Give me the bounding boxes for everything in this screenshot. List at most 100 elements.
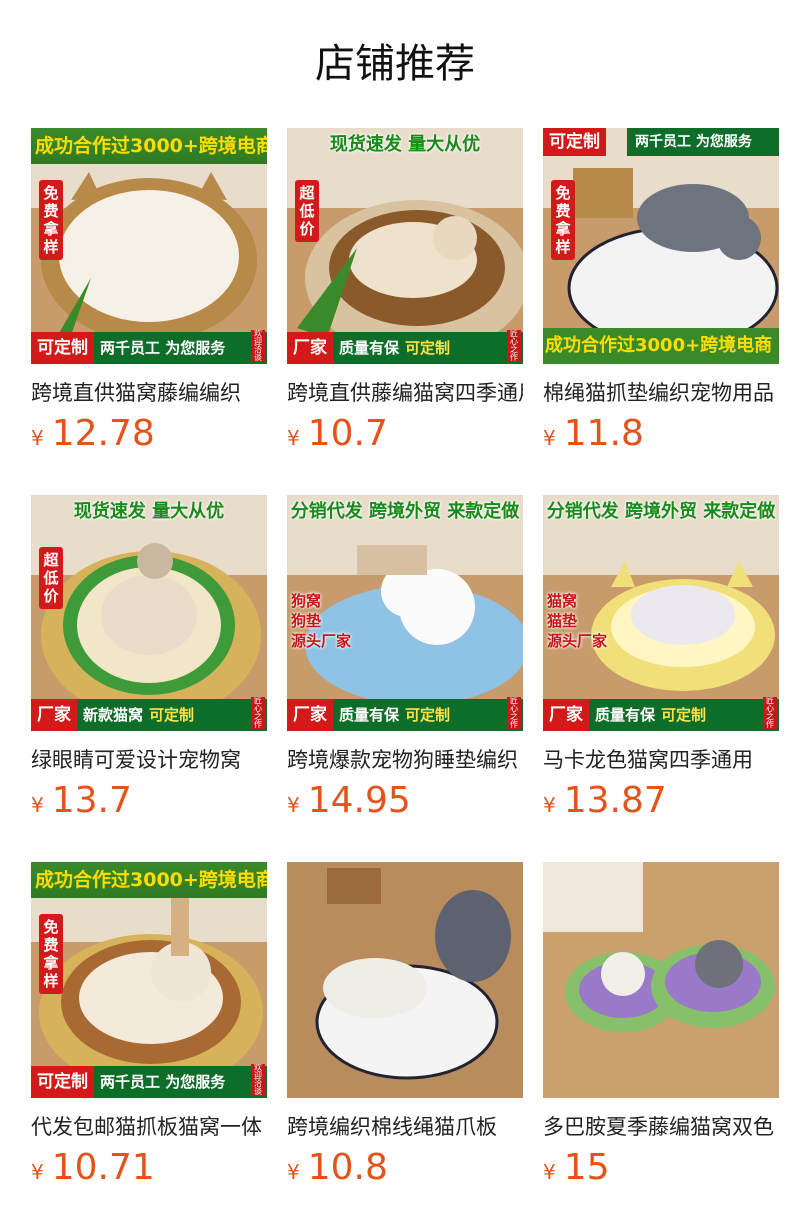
product-card[interactable]: 成功合作过3000+跨境电商 免费拿样 可定制 两千员工 为您服务 欢迎洽谈跨境直供猫窝… bbox=[31, 128, 267, 458]
product-card[interactable]: 分销代发 跨境外贸 来款定做 猫窝猫垫源头厂家厂家 质量有保 可定制 匠心之作马卡龙色猫… bbox=[543, 495, 779, 825]
image-side-label: 猫垫 bbox=[547, 612, 578, 630]
image-corner-seal: 匠心之作 bbox=[507, 330, 521, 362]
image-top-banner: 现货速发 量大从优 bbox=[329, 134, 481, 155]
product-card[interactable]: 多巴胺夏季藤编猫窝双色 ¥15 bbox=[543, 862, 779, 1192]
product-price: ¥14.95 bbox=[287, 779, 523, 825]
price-value: 10.71 bbox=[51, 1147, 155, 1188]
product-name[interactable]: 跨境编织棉线绳猫爪板 bbox=[287, 1112, 523, 1142]
product-name[interactable]: 马卡龙色猫窝四季通用 bbox=[543, 745, 779, 775]
image-bottom-tag: 厂家 bbox=[287, 699, 333, 731]
image-side-labels: 狗窝 狗垫 源头厂家 bbox=[291, 591, 381, 651]
product-price: ¥15 bbox=[543, 1146, 779, 1192]
image-side-labels: 猫窝 猫垫 源头厂家 bbox=[547, 591, 637, 651]
image-bottom-banner: 厂家 质量有保 可定制 bbox=[287, 332, 523, 364]
currency-symbol: ¥ bbox=[31, 426, 44, 450]
product-price: ¥11.8 bbox=[543, 412, 779, 458]
image-vertical-tag: 免费拿样 bbox=[551, 180, 575, 260]
image-bottom-tag: 厂家 bbox=[287, 332, 333, 364]
product-photo-art bbox=[31, 495, 267, 731]
product-card[interactable]: 成功合作过3000+跨境电商免费拿样可定制 两千员工 为您服务 欢迎洽谈代发包邮猫抓… bbox=[31, 862, 267, 1192]
image-side-label: 狗窝 bbox=[291, 592, 322, 610]
product-image[interactable] bbox=[287, 862, 523, 1098]
currency-symbol: ¥ bbox=[287, 793, 300, 817]
image-corner-seal: 欢迎洽谈 bbox=[251, 1064, 265, 1096]
image-side-label: 源头厂家 bbox=[547, 632, 608, 650]
price-value: 14.95 bbox=[307, 780, 411, 821]
product-image[interactable]: 可定制 两千员工 为您服务免费拿样成功合作过3000+跨境电商 bbox=[543, 128, 779, 364]
product-image[interactable]: 分销代发 跨境外贸 来款定做 狗窝狗垫源头厂家厂家 质量有保 可定制 匠心之作 bbox=[287, 495, 523, 731]
product-price: ¥13.7 bbox=[31, 779, 267, 825]
price-value: 12.78 bbox=[51, 413, 155, 454]
price-value: 13.7 bbox=[51, 780, 132, 821]
product-name[interactable]: 跨境爆款宠物狗睡垫编织 bbox=[287, 745, 523, 775]
image-top-strip: 两千员工 为您服务 bbox=[627, 128, 779, 156]
product-price: ¥10.7 bbox=[287, 412, 523, 458]
product-name[interactable]: 多巴胺夏季藤编猫窝双色 bbox=[543, 1112, 779, 1142]
currency-symbol: ¥ bbox=[543, 1160, 556, 1184]
price-value: 11.8 bbox=[563, 413, 644, 454]
image-top-banner: 分销代发 跨境外贸 来款定做 bbox=[546, 501, 776, 522]
product-price: ¥10.8 bbox=[287, 1146, 523, 1192]
image-top-banner: 成功合作过3000+跨境电商 bbox=[31, 862, 267, 898]
product-name[interactable]: 绿眼睛可爱设计宠物窝 bbox=[31, 745, 267, 775]
image-bottom-text: 质量有保 bbox=[339, 339, 400, 357]
image-corner-seal: 匠心之作 bbox=[251, 697, 265, 729]
price-value: 10.8 bbox=[307, 1147, 388, 1188]
image-bottom-highlight: 可定制 bbox=[149, 706, 195, 724]
currency-symbol: ¥ bbox=[31, 793, 44, 817]
image-bottom-banner: 可定制 两千员工 为您服务 bbox=[31, 1066, 267, 1098]
price-value: 13.87 bbox=[563, 780, 667, 821]
product-image[interactable]: 成功合作过3000+跨境电商 免费拿样 可定制 两千员工 为您服务 欢迎洽谈 bbox=[31, 128, 267, 364]
image-corner-seal: 匠心之作 bbox=[507, 697, 521, 729]
image-side-label: 源头厂家 bbox=[291, 632, 352, 650]
product-photo-art bbox=[287, 862, 523, 1098]
product-name[interactable]: 棉绳猫抓垫编织宠物用品 bbox=[543, 378, 779, 408]
currency-symbol: ¥ bbox=[31, 1160, 44, 1184]
image-corner-seal: 匠心之作 bbox=[763, 697, 777, 729]
image-top-banner: 现货速发 量大从优 bbox=[73, 501, 225, 522]
product-image[interactable] bbox=[543, 862, 779, 1098]
product-card[interactable]: 可定制 两千员工 为您服务免费拿样成功合作过3000+跨境电商棉绳猫抓垫编织宠物用… bbox=[543, 128, 779, 458]
product-price: ¥13.87 bbox=[543, 779, 779, 825]
image-top-banner: 分销代发 跨境外贸 来款定做 bbox=[290, 501, 520, 522]
image-side-label: 猫窝 bbox=[547, 592, 578, 610]
currency-symbol: ¥ bbox=[287, 426, 300, 450]
page-title: 店铺推荐 bbox=[315, 41, 475, 87]
product-card[interactable]: 现货速发 量大从优 超低价 厂家 新款猫窝 可定制 匠心之作 绿眼睛可爱设计宠物窝 ¥13.7 bbox=[31, 495, 267, 825]
image-bottom-highlight: 可定制 bbox=[405, 339, 451, 357]
product-image[interactable]: 现货速发 量大从优 超低价 厂家 质量有保 可定制 匠心之作 bbox=[287, 128, 523, 364]
price-value: 15 bbox=[563, 1147, 610, 1188]
image-vertical-tag: 超低价 bbox=[295, 180, 319, 242]
currency-symbol: ¥ bbox=[543, 793, 556, 817]
image-bottom-text: 两千员工 为您服务 bbox=[100, 1073, 226, 1091]
image-bottom-highlight: 可定制 bbox=[405, 706, 451, 724]
product-image[interactable]: 现货速发 量大从优 超低价 厂家 新款猫窝 可定制 匠心之作 bbox=[31, 495, 267, 731]
product-card[interactable]: 分销代发 跨境外贸 来款定做 狗窝狗垫源头厂家厂家 质量有保 可定制 匠心之作跨境爆款宠… bbox=[287, 495, 523, 825]
image-bottom-banner: 厂家 新款猫窝 可定制 bbox=[31, 699, 267, 731]
image-bottom-banner: 厂家 质量有保 可定制 bbox=[287, 699, 523, 731]
product-card[interactable]: 跨境编织棉线绳猫爪板 ¥10.8 bbox=[287, 862, 523, 1192]
image-vertical-tag: 超低价 bbox=[39, 547, 63, 609]
image-vertical-tag: 免费拿样 bbox=[39, 914, 63, 994]
image-corner-seal: 欢迎洽谈 bbox=[251, 330, 265, 362]
product-price: ¥12.78 bbox=[31, 412, 267, 458]
product-name[interactable]: 跨境直供猫窝藤编编织 bbox=[31, 378, 267, 408]
price-value: 10.7 bbox=[307, 413, 388, 454]
image-side-label: 狗垫 bbox=[291, 612, 322, 630]
image-top-banner: 成功合作过3000+跨境电商 bbox=[31, 128, 267, 164]
image-top-tag: 可定制 bbox=[543, 128, 606, 156]
product-name[interactable]: 跨境直供藤编猫窝四季通用 bbox=[287, 378, 523, 408]
product-image[interactable]: 分销代发 跨境外贸 来款定做 猫窝猫垫源头厂家厂家 质量有保 可定制 匠心之作 bbox=[543, 495, 779, 731]
product-name[interactable]: 代发包邮猫抓板猫窝一体 bbox=[31, 1112, 267, 1142]
image-bottom-text: 新款猫窝 bbox=[83, 706, 144, 724]
product-card[interactable]: 现货速发 量大从优 超低价 厂家 质量有保 可定制 匠心之作 跨境直供藤编猫窝四季通用 ¥10… bbox=[287, 128, 523, 458]
image-bottom-highlight: 可定制 bbox=[661, 706, 707, 724]
currency-symbol: ¥ bbox=[543, 426, 556, 450]
image-bottom-tag: 厂家 bbox=[543, 699, 589, 731]
product-photo-art bbox=[287, 128, 523, 364]
product-image[interactable]: 成功合作过3000+跨境电商免费拿样可定制 两千员工 为您服务 欢迎洽谈 bbox=[31, 862, 267, 1098]
image-bottom-tag: 厂家 bbox=[31, 699, 77, 731]
image-bottom-banner: 厂家 质量有保 可定制 bbox=[543, 699, 779, 731]
image-bottom-banner: 成功合作过3000+跨境电商 bbox=[543, 328, 779, 364]
product-price: ¥10.71 bbox=[31, 1146, 267, 1192]
